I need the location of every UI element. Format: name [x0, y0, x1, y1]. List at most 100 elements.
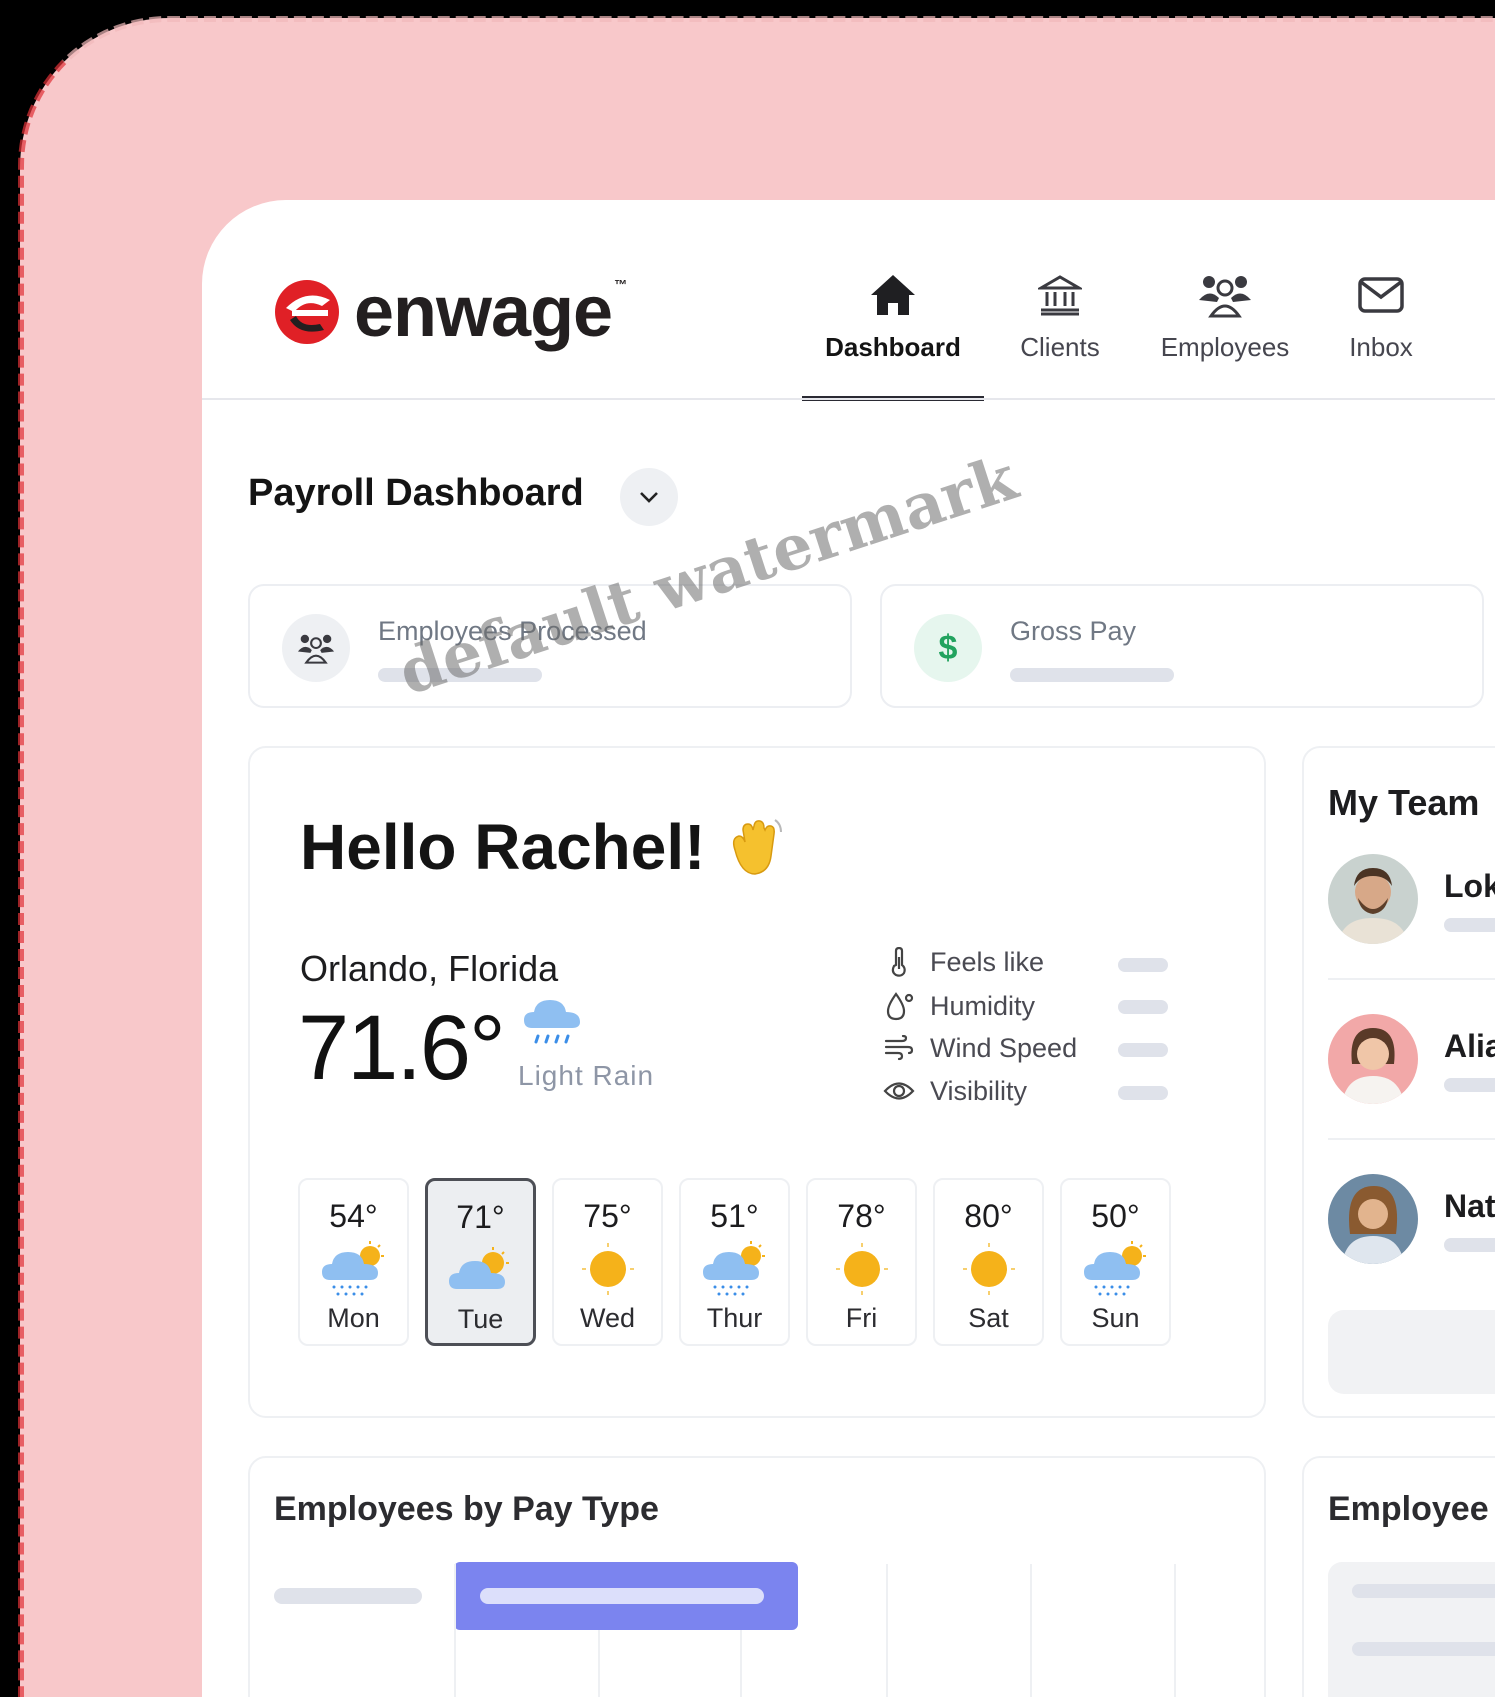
- avatar: [1328, 854, 1418, 944]
- metric-wind-speed: Wind Speed: [882, 1028, 1077, 1068]
- forecast-day: Mon: [327, 1303, 380, 1333]
- grid-line: [886, 1564, 888, 1697]
- team-member[interactable]: Lok: [1328, 854, 1495, 954]
- member-name: Nat: [1444, 1188, 1495, 1224]
- cloud-sun-icon: [447, 1236, 515, 1304]
- forecast-day-mon[interactable]: 54° Mon: [298, 1178, 409, 1346]
- forecast-day: Sun: [1091, 1303, 1140, 1333]
- sun-icon: [580, 1235, 636, 1303]
- people-icon: [282, 614, 350, 682]
- brand-name: enwage: [354, 272, 613, 352]
- bank-icon: [1038, 268, 1082, 322]
- avatar: [1328, 1014, 1418, 1104]
- nav-inbox[interactable]: Inbox: [1314, 268, 1448, 400]
- enwage-logo-mark-icon: [275, 280, 339, 344]
- metric-label: Wind Speed: [930, 1032, 1078, 1063]
- tab-label-placeholder: [480, 1588, 764, 1604]
- grid-line: [740, 1630, 742, 1697]
- forecast-day: Thur: [706, 1303, 763, 1333]
- stat-employees-processed[interactable]: Employees Processed: [248, 584, 852, 708]
- member-name: Lok: [1444, 868, 1495, 904]
- nav-clients[interactable]: Clients: [984, 268, 1136, 400]
- forecast-temp: 50°: [1091, 1198, 1140, 1234]
- employee-panel-title: Employee: [1328, 1490, 1489, 1528]
- member-name: Alia: [1444, 1028, 1495, 1064]
- metric-label: Humidity: [930, 990, 1036, 1021]
- nav-employees[interactable]: Employees: [1136, 268, 1314, 400]
- current-temperature: 71.6°: [298, 997, 506, 1099]
- team-divider: [1328, 1138, 1495, 1140]
- forecast-day-sun[interactable]: 50° Sun: [1060, 1178, 1171, 1346]
- forecast-day-thur[interactable]: 51° Thur: [679, 1178, 790, 1346]
- team-member[interactable]: Nat: [1328, 1174, 1495, 1274]
- app-window: enwage ™ Dashboard Clients Employees Inb…: [202, 200, 1495, 1697]
- forecast-day-sat[interactable]: 80° Sat: [933, 1178, 1044, 1346]
- thermometer-icon: [882, 947, 916, 977]
- metric-visibility: Visibility: [882, 1071, 1027, 1111]
- nav-employees-label: Employees: [1160, 332, 1290, 362]
- grid-line: [454, 1564, 456, 1697]
- stat-label: Employees Processed: [378, 616, 647, 646]
- my-team-panel: My Team Lok Alia Nat: [1302, 746, 1495, 1418]
- waving-hand-icon: [733, 819, 783, 875]
- rain-sun-icon: [320, 1235, 388, 1303]
- member-role-placeholder: [1444, 1078, 1495, 1092]
- dashboard-dropdown-button[interactable]: [620, 468, 678, 526]
- weather-panel: Hello Rachel! Orlando, Florida 71.6° Lig…: [248, 746, 1266, 1418]
- metric-label: Visibility: [930, 1075, 1028, 1106]
- rain-sun-icon: [701, 1235, 769, 1303]
- nav-clients-label: Clients: [1020, 332, 1100, 362]
- weather-location: Orlando, Florida: [300, 948, 559, 989]
- metric-value-placeholder: [1118, 1000, 1168, 1014]
- row-placeholder: [1352, 1584, 1495, 1598]
- team-member[interactable]: Alia: [1328, 1014, 1495, 1114]
- header-divider: [202, 398, 1495, 400]
- forecast-temp: 54°: [329, 1198, 378, 1234]
- greeting-text: Hello Rachel!: [300, 811, 706, 883]
- member-role-placeholder: [1444, 918, 1495, 932]
- sun-icon: [961, 1235, 1017, 1303]
- forecast-day: Sat: [968, 1303, 1009, 1333]
- grid-line: [1174, 1564, 1176, 1697]
- filter-placeholder: [274, 1588, 422, 1604]
- view-all-team-button[interactable]: [1328, 1310, 1495, 1394]
- weekly-forecast: 54° Mon 71° Tue 75° Wed 51° Thur 78° Fri…: [298, 1178, 1171, 1346]
- forecast-temp: 78°: [837, 1198, 886, 1234]
- forecast-day: Tue: [457, 1304, 504, 1334]
- forecast-day-fri[interactable]: 78° Fri: [806, 1178, 917, 1346]
- employee-list-placeholder: [1328, 1562, 1495, 1697]
- nav-dashboard-label: Dashboard: [825, 332, 961, 362]
- enwage-logo[interactable]: enwage ™: [272, 272, 627, 352]
- forecast-temp: 51°: [710, 1198, 759, 1234]
- chevron-down-icon: [640, 492, 658, 503]
- rain-sun-icon: [1082, 1235, 1150, 1303]
- eye-icon: [882, 1080, 916, 1102]
- nav-inbox-label: Inbox: [1349, 332, 1413, 362]
- wind-icon: [882, 1035, 916, 1061]
- mail-icon: [1358, 268, 1404, 322]
- forecast-day: Fri: [845, 1303, 878, 1333]
- droplet-icon: [882, 991, 916, 1021]
- dollar-icon: $: [914, 614, 982, 682]
- forecast-day-tue[interactable]: 71° Tue: [425, 1178, 536, 1346]
- pay-type-title: Employees by Pay Type: [274, 1490, 659, 1528]
- forecast-day-wed[interactable]: 75° Wed: [552, 1178, 663, 1346]
- weather-condition: Light Rain: [518, 1060, 655, 1091]
- stat-label: Gross Pay: [1010, 616, 1137, 646]
- team-divider: [1328, 978, 1495, 980]
- member-role-placeholder: [1444, 1238, 1495, 1252]
- pay-type-panel: Employees by Pay Type: [248, 1456, 1266, 1697]
- metric-value-placeholder: [1118, 958, 1168, 972]
- stat-gross-pay[interactable]: $ Gross Pay: [880, 584, 1484, 708]
- page-title: Payroll Dashboard: [248, 472, 584, 514]
- metric-label: Feels like: [930, 946, 1045, 977]
- row-placeholder: [1352, 1642, 1495, 1656]
- home-icon: [869, 268, 917, 322]
- forecast-temp: 71°: [456, 1199, 505, 1235]
- rain-cloud-icon: [524, 1000, 580, 1044]
- grid-line: [1030, 1564, 1032, 1697]
- greeting: Hello Rachel!: [300, 810, 787, 884]
- metric-value-placeholder: [1118, 1086, 1168, 1100]
- nav-dashboard[interactable]: Dashboard: [802, 268, 984, 401]
- pay-type-tab-active[interactable]: [454, 1562, 798, 1630]
